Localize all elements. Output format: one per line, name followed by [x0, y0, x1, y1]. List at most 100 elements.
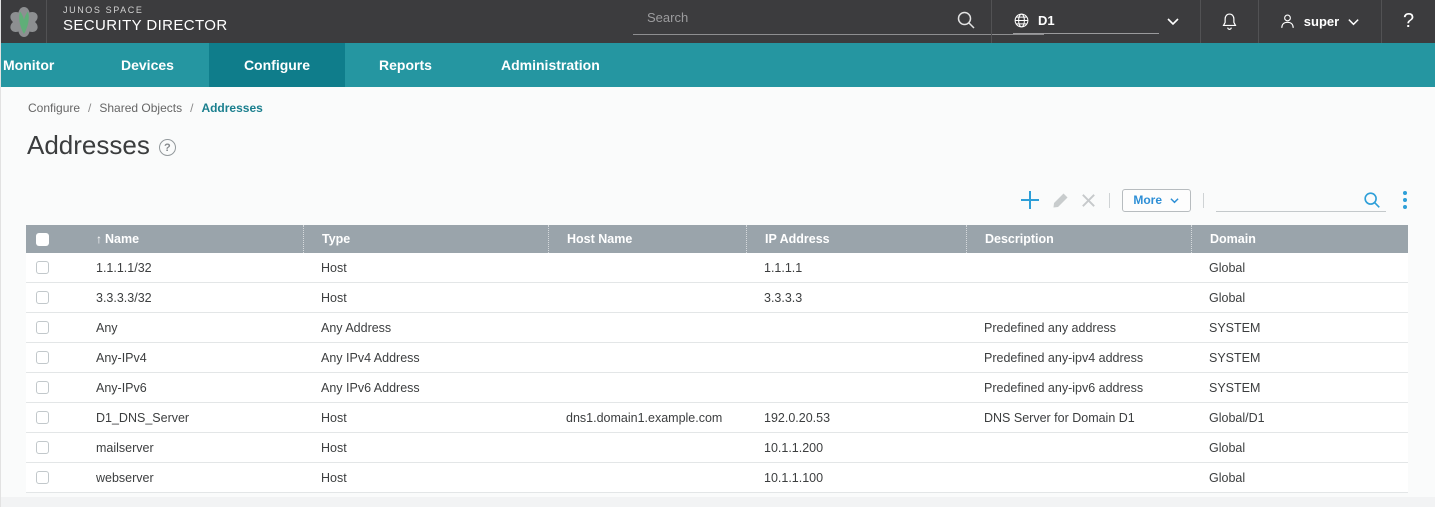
domain-label: D1	[1038, 13, 1055, 28]
table-body: 1.1.1.1/32 Host 1.1.1.1 Global 3.3.3.3/32 Hos…	[26, 253, 1408, 493]
plus-icon	[1021, 191, 1040, 209]
cell-name: 1.1.1.1/32	[96, 260, 152, 275]
table-row[interactable]: mailserver Host 10.1.1.200 Global	[26, 433, 1408, 463]
column-header-domain[interactable]: Domain	[1191, 225, 1408, 253]
username: super	[1303, 14, 1340, 29]
cell-domain: SYSTEM	[1209, 320, 1261, 335]
cell-name: D1_DNS_Server	[96, 410, 190, 425]
table-row[interactable]: webserver Host 10.1.1.100 Global	[26, 463, 1408, 493]
user-menu[interactable]: super	[1258, 0, 1381, 43]
content-area: Configure / Shared Objects / Addresses A…	[1, 87, 1435, 507]
add-button[interactable]	[1019, 189, 1041, 211]
cell-host_name: dns1.domain1.example.com	[566, 410, 723, 425]
column-header-ip-address[interactable]: IP Address	[746, 225, 966, 253]
row-checkbox[interactable]	[36, 321, 49, 334]
more-button[interactable]: More	[1122, 188, 1191, 212]
table-row[interactable]: 1.1.1.1/32 Host 1.1.1.1 Global	[26, 253, 1408, 283]
page-title-row: Addresses ?	[27, 130, 176, 161]
table-row[interactable]: Any Any Address Predefined any address SYST…	[26, 313, 1408, 343]
select-all-checkbox[interactable]	[36, 232, 49, 246]
table-search-input[interactable]	[1218, 191, 1358, 206]
cell-type: Host	[321, 260, 347, 275]
row-checkbox[interactable]	[36, 471, 49, 484]
x-icon	[1082, 193, 1096, 207]
column-header-host-name[interactable]: Host Name	[548, 225, 746, 253]
page-help-icon[interactable]: ?	[158, 139, 176, 156]
table-row[interactable]: 3.3.3.3/32 Host 3.3.3.3 Global	[26, 283, 1408, 313]
domain-selector[interactable]: D1	[1013, 8, 1183, 35]
topbar-divider	[991, 0, 992, 43]
table-row[interactable]: Any-IPv6 Any IPv6 Address Predefined any-i…	[26, 373, 1408, 403]
breadcrumb: Configure / Shared Objects / Addresses	[28, 101, 263, 115]
tab-monitor[interactable]: Monitor	[3, 43, 54, 87]
delete-button[interactable]	[1080, 192, 1097, 209]
cell-domain: Global	[1209, 470, 1246, 485]
row-checkbox[interactable]	[36, 411, 49, 424]
cell-name: Any-IPv6	[96, 380, 147, 395]
cell-domain: Global	[1209, 440, 1246, 455]
edit-button[interactable]	[1051, 191, 1070, 210]
cell-name: Any-IPv4	[96, 350, 147, 365]
brand-name: SECURITY DIRECTOR	[63, 17, 228, 34]
cell-name: mailserver	[96, 440, 154, 455]
row-checkbox[interactable]	[36, 261, 49, 274]
sort-asc-icon: ↑	[96, 232, 102, 246]
addresses-table: ↑ Name Type Host Name IP Address Descrip…	[26, 225, 1408, 493]
row-checkbox-cell	[26, 261, 78, 274]
cell-domain: SYSTEM	[1209, 350, 1261, 365]
column-label: Name	[105, 232, 140, 246]
tab-reports[interactable]: Reports	[379, 43, 432, 87]
cell-domain: Global	[1209, 260, 1246, 275]
cell-type: Any Address	[321, 320, 392, 335]
cell-description: Predefined any address	[984, 320, 1117, 335]
primary-nav: Monitor Devices Configure Reports Admini…	[1, 43, 1435, 87]
table-row[interactable]: Any-IPv4 Any IPv4 Address Predefined any-i…	[26, 343, 1408, 373]
cell-type: Host	[321, 290, 347, 305]
toolbar-divider	[1203, 192, 1204, 208]
kebab-menu-icon	[1403, 191, 1407, 209]
more-button-label: More	[1133, 193, 1162, 207]
row-checkbox[interactable]	[36, 381, 49, 394]
row-checkbox[interactable]	[36, 291, 49, 304]
cell-ip_address: 3.3.3.3	[764, 290, 803, 305]
breadcrumb-shared-objects[interactable]: Shared Objects	[99, 101, 182, 115]
table-row[interactable]: D1_DNS_Server Host dns1.domain1.example.co…	[26, 403, 1408, 433]
table-search-field	[1216, 188, 1386, 212]
cell-domain: Global	[1209, 290, 1246, 305]
cell-description: Predefined any-ipv4 address	[984, 350, 1144, 365]
cell-domain: SYSTEM	[1209, 380, 1261, 395]
globe-icon	[1014, 13, 1029, 28]
column-header-description[interactable]: Description	[966, 225, 1191, 253]
row-checkbox-cell	[26, 321, 78, 334]
table-options-button[interactable]	[1402, 190, 1408, 210]
cell-ip_address: 10.1.1.100	[764, 470, 824, 485]
juniper-flower-icon	[9, 6, 38, 37]
column-header-type[interactable]: Type	[303, 225, 548, 253]
security-director-app: JUNOS SPACE SECURITY DIRECTOR Search D1 …	[0, 0, 1435, 507]
chevron-down-icon	[1348, 19, 1359, 26]
breadcrumb-addresses: Addresses	[201, 101, 263, 115]
tab-administration[interactable]: Administration	[501, 43, 600, 87]
table-header: ↑ Name Type Host Name IP Address Descrip…	[26, 225, 1408, 253]
brand-block: JUNOS SPACE SECURITY DIRECTOR	[63, 5, 228, 34]
domain-selector-field: D1	[1013, 8, 1159, 34]
notifications-button[interactable]	[1200, 0, 1258, 43]
search-icon[interactable]	[955, 9, 977, 36]
juniper-logo[interactable]	[1, 0, 47, 43]
row-checkbox-cell	[26, 411, 78, 424]
row-checkbox-cell	[26, 351, 78, 364]
help-button[interactable]: ?	[1381, 0, 1435, 43]
cell-domain: Global/D1	[1209, 410, 1265, 425]
table-search-icon[interactable]	[1362, 190, 1382, 215]
row-checkbox[interactable]	[36, 441, 49, 454]
row-checkbox-cell	[26, 441, 78, 454]
breadcrumb-configure[interactable]: Configure	[28, 101, 80, 115]
cell-ip_address: 1.1.1.1	[764, 260, 803, 275]
tab-configure[interactable]: Configure	[209, 43, 345, 87]
tab-devices[interactable]: Devices	[121, 43, 174, 87]
row-checkbox[interactable]	[36, 351, 49, 364]
page-title: Addresses	[27, 130, 150, 160]
column-header-name[interactable]: ↑ Name	[78, 225, 303, 253]
global-search-input[interactable]	[647, 10, 947, 25]
breadcrumb-separator: /	[88, 101, 92, 115]
